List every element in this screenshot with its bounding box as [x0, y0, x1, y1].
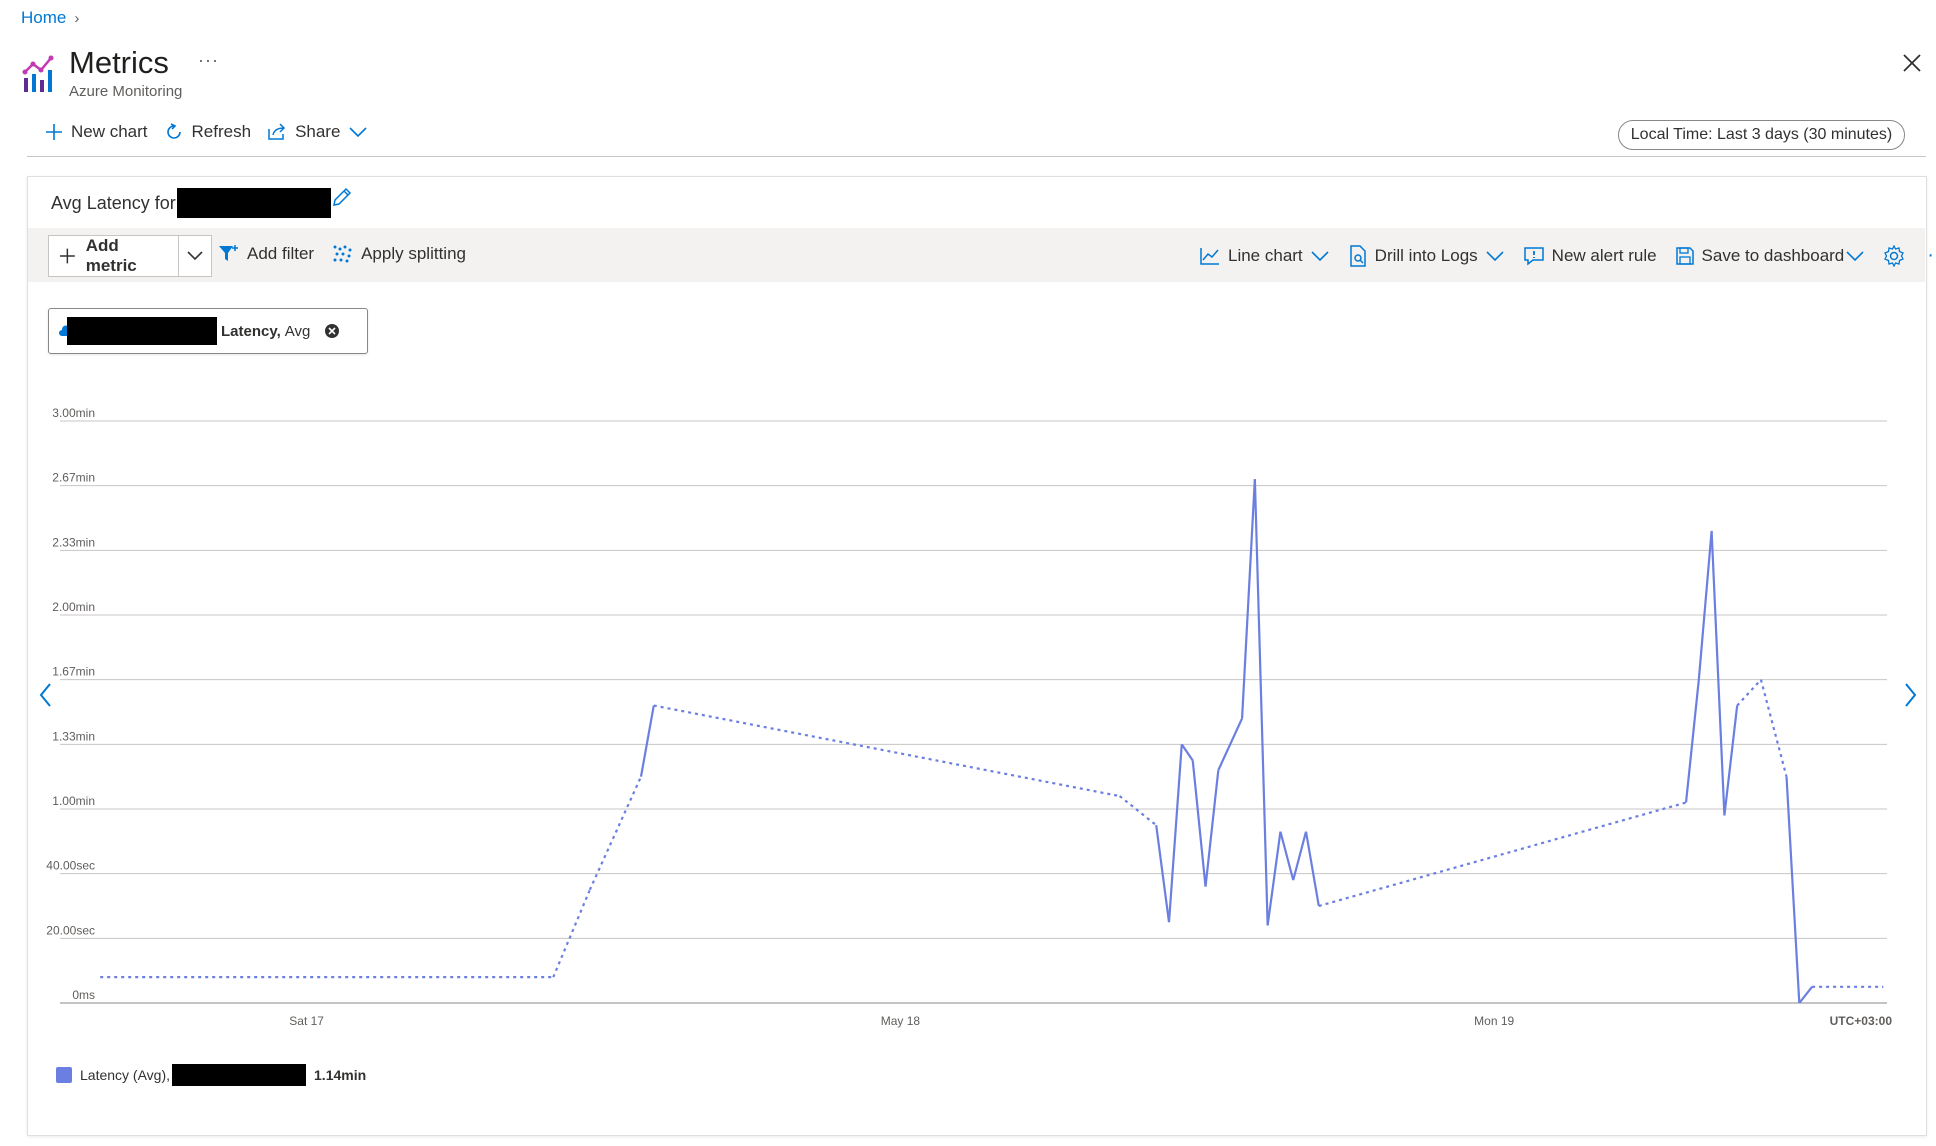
divider [27, 156, 1926, 157]
page-subtitle: Azure Monitoring [69, 83, 183, 100]
redacted-resource-name [176, 188, 331, 218]
save-icon [1675, 246, 1694, 265]
chevron-right-icon[interactable] [1900, 680, 1920, 710]
share-button[interactable]: Share [267, 122, 368, 142]
add-metric-split-button: Add metric [48, 235, 212, 277]
remove-metric-icon[interactable] [324, 323, 340, 339]
share-label: Share [295, 122, 341, 141]
new-chart-label: New chart [71, 122, 148, 141]
chart-toolbar-left: Add filter Apply splitting [218, 244, 466, 264]
refresh-label: Refresh [191, 122, 252, 141]
redacted-resource-name [172, 1064, 307, 1086]
legend-swatch [56, 1067, 72, 1083]
chart-toolbar-right: Line chart Drill into Logs New alert rul… [1199, 244, 1936, 267]
metric-aggregation: Avg [284, 322, 311, 340]
chevron-down-icon [1486, 250, 1504, 261]
drill-into-logs-button[interactable]: Drill into Logs [1348, 244, 1505, 267]
metric-name: Latency, [221, 322, 281, 340]
breadcrumb: Home › [21, 8, 79, 28]
apply-splitting-label: Apply splitting [361, 244, 466, 263]
redacted-resource-name [67, 317, 217, 345]
close-icon[interactable] [1900, 51, 1924, 75]
add-filter-button[interactable]: Add filter [218, 244, 314, 264]
chevron-down-icon [1311, 250, 1329, 261]
time-range-picker[interactable]: Local Time: Last 3 days (30 minutes) [1618, 120, 1905, 150]
filter-icon [219, 245, 238, 261]
chart-title-text: Avg Latency for [51, 192, 176, 213]
metrics-app-icon [22, 55, 54, 92]
plus-icon [59, 248, 75, 264]
command-bar: New chart Refresh Share [45, 122, 368, 142]
add-filter-label: Add filter [247, 244, 315, 263]
pencil-icon[interactable] [331, 186, 353, 208]
chevron-left-icon[interactable] [36, 680, 56, 710]
metric-pill[interactable]: Latency, Avg [48, 308, 368, 354]
add-metric-button[interactable]: Add metric [49, 236, 180, 276]
line-chart-icon [1200, 247, 1219, 265]
plus-icon [46, 124, 62, 140]
chart-legend: Latency (Avg), 1.14min [56, 1064, 366, 1086]
new-chart-button[interactable]: New chart [45, 122, 148, 142]
refresh-icon [166, 123, 181, 139]
refresh-button[interactable]: Refresh [164, 122, 252, 142]
save-to-dashboard-button[interactable]: Save to dashboard [1675, 246, 1866, 266]
chart-title[interactable]: Avg Latency for [51, 188, 331, 218]
legend-value: 1.14min [314, 1067, 367, 1083]
alert-icon [1523, 246, 1544, 266]
line-chart-label: Line chart [1228, 245, 1303, 265]
new-alert-rule-label: New alert rule [1551, 245, 1657, 265]
splitting-icon [333, 245, 352, 263]
more-actions-icon[interactable]: ··· [1927, 244, 1936, 267]
add-metric-label: Add metric [85, 236, 137, 275]
logs-icon [1349, 244, 1366, 267]
add-metric-dropdown[interactable] [179, 236, 211, 276]
chevron-down-icon [187, 251, 203, 261]
line-chart-button[interactable]: Line chart [1199, 246, 1330, 266]
legend-label: Latency (Avg), [80, 1067, 171, 1083]
save-to-dashboard-label: Save to dashboard [1701, 245, 1845, 265]
more-options-button[interactable]: ··· [198, 50, 219, 71]
chevron-down-icon [349, 127, 368, 138]
gear-icon[interactable] [1883, 244, 1905, 267]
drill-into-logs-label: Drill into Logs [1374, 245, 1478, 265]
new-alert-rule-button[interactable]: New alert rule [1523, 246, 1657, 266]
chevron-down-icon [1846, 250, 1864, 261]
page-title: Metrics [69, 45, 169, 80]
breadcrumb-home-link[interactable]: Home [21, 8, 66, 28]
chevron-right-icon: › [74, 9, 80, 27]
share-icon [268, 123, 286, 140]
apply-splitting-button[interactable]: Apply splitting [332, 244, 466, 264]
